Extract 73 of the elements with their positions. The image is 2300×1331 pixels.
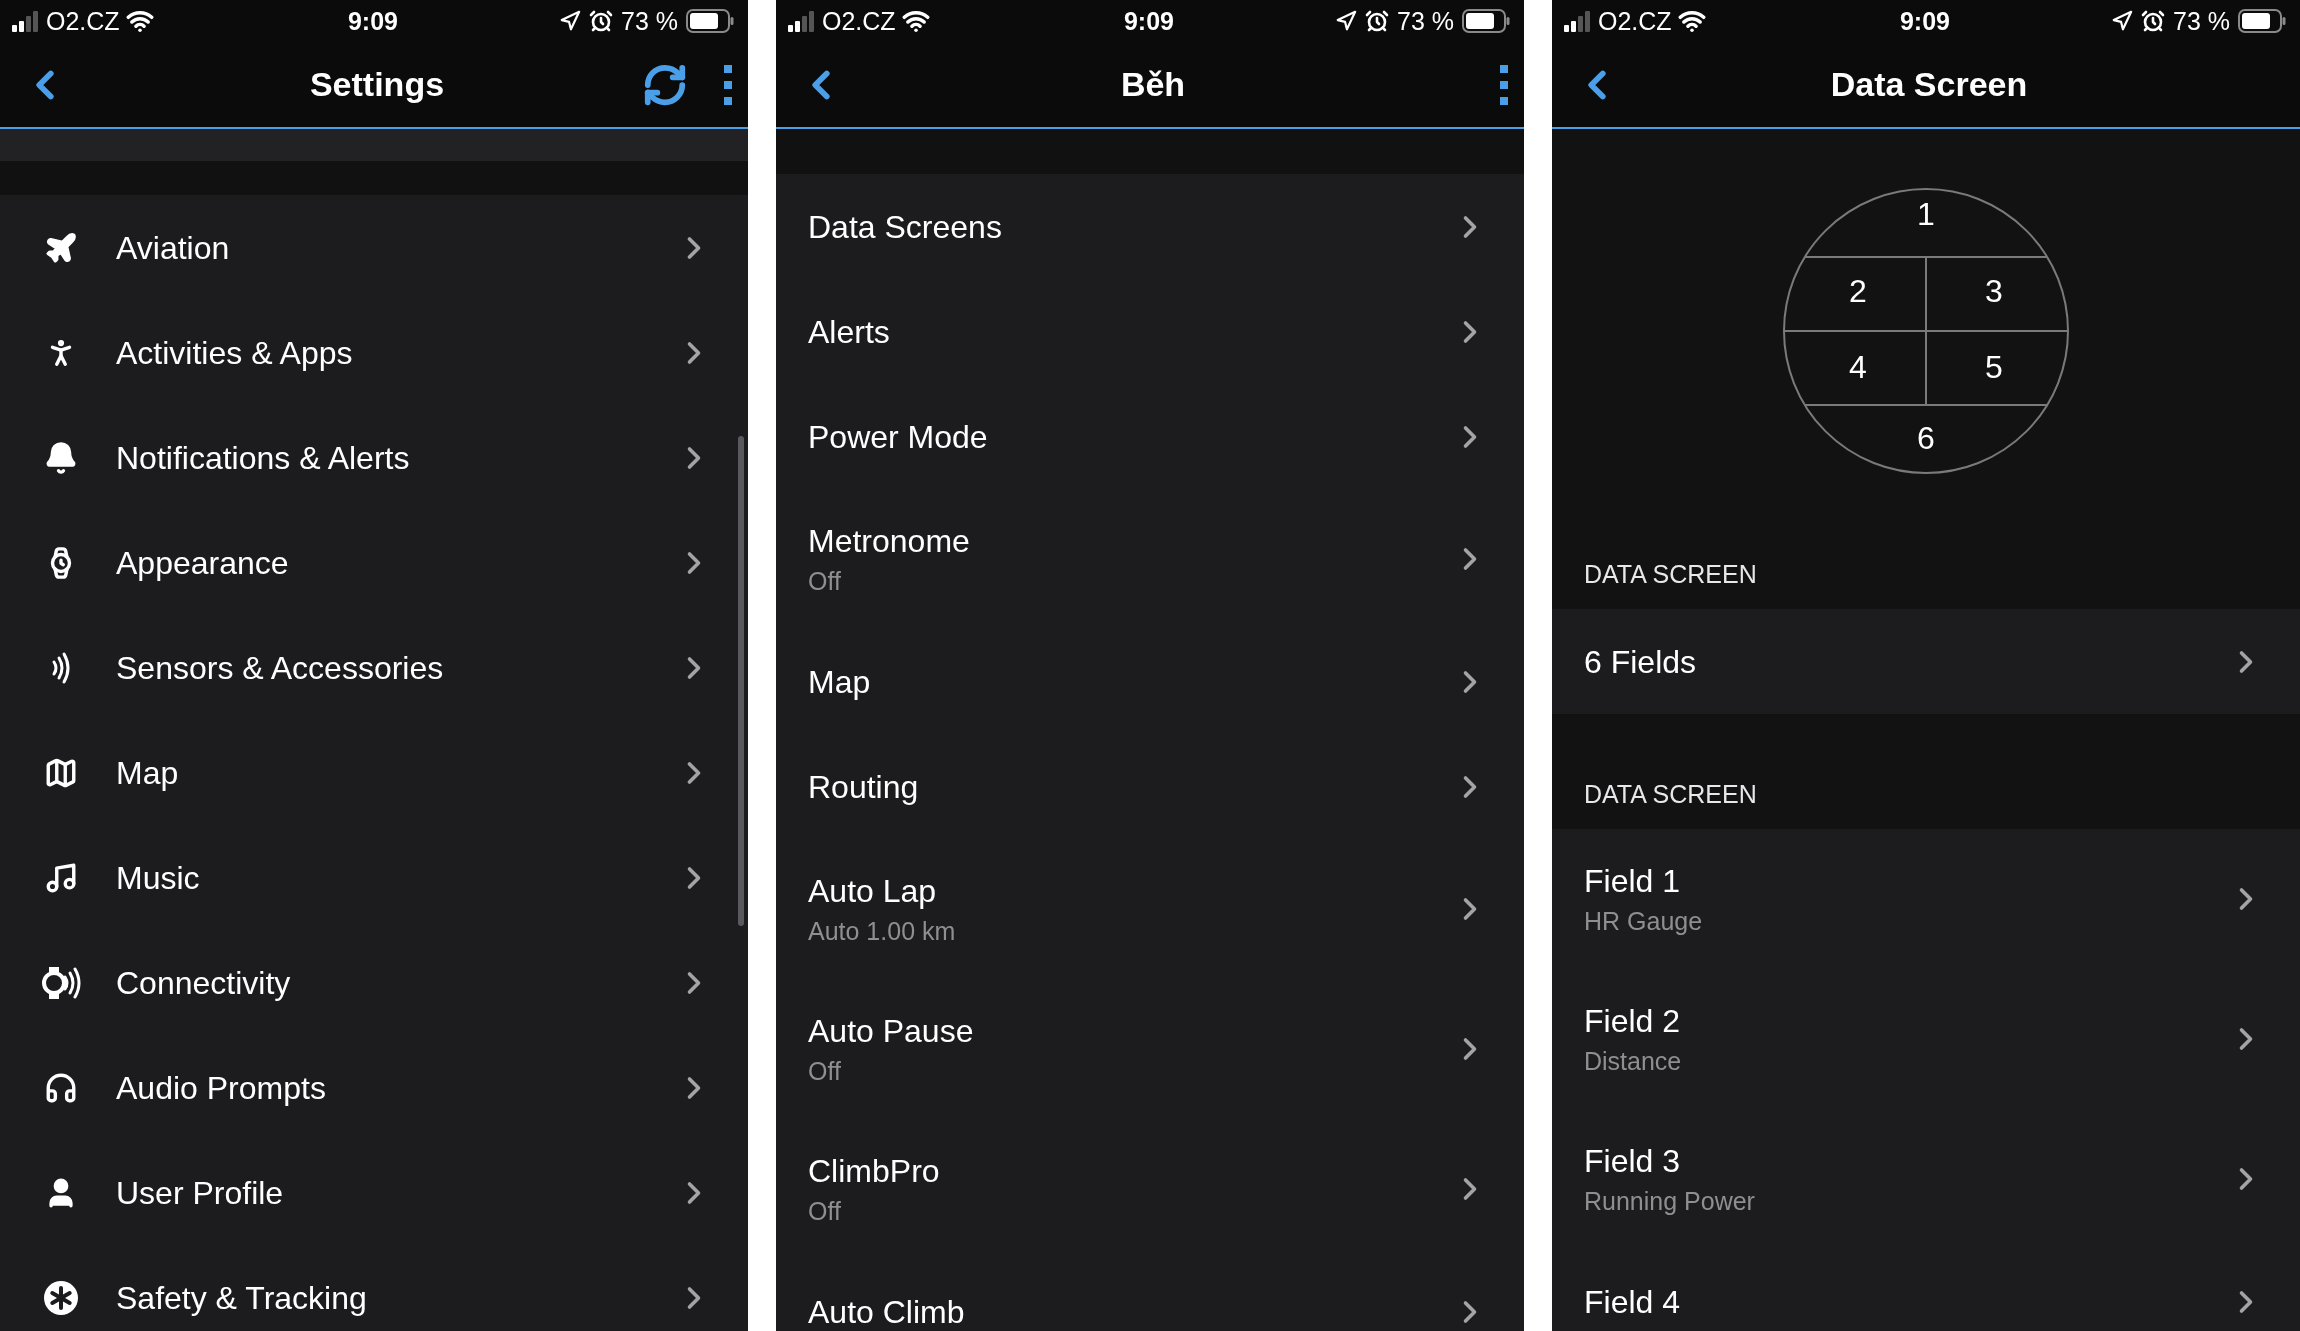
more-menu-button[interactable] — [1500, 64, 1508, 105]
bell-icon — [44, 440, 78, 475]
row-value: Distance — [1584, 1046, 1682, 1076]
section-header: DATA SCREEN — [1584, 779, 1757, 809]
field-number: 3 — [1985, 273, 2003, 310]
more-vertical-icon — [1500, 64, 1508, 105]
row-label: Sensors & Accessories — [116, 648, 444, 687]
signal-icon — [788, 10, 816, 32]
screen-title: Settings — [309, 65, 445, 104]
row-value: Off — [808, 1056, 841, 1086]
battery-percent: 73 % — [2173, 6, 2230, 36]
row-label: Auto Pause — [808, 1012, 974, 1050]
row-label: ClimbPro — [808, 1152, 940, 1190]
more-vertical-icon — [724, 64, 732, 105]
carrier-name: O2.CZ — [822, 6, 896, 36]
row-label: Auto Climb — [808, 1292, 965, 1331]
row-label: Field 1 — [1584, 862, 1681, 900]
status-time: 9:09 — [1123, 6, 1174, 36]
row-label: Alerts — [808, 312, 890, 351]
row-label: Field 4 — [1584, 1282, 1681, 1321]
row-label: Field 3 — [1584, 1142, 1681, 1180]
battery-icon — [686, 9, 734, 33]
battery-icon — [2238, 9, 2286, 33]
row-label: Auto Lap — [808, 872, 937, 910]
row-label: Aviation — [116, 228, 230, 267]
row-value: Auto 1.00 km — [808, 916, 956, 946]
row-label: Audio Prompts — [116, 1068, 326, 1107]
row-value: Off — [808, 1196, 841, 1226]
alarm-clock-icon — [589, 9, 613, 33]
signal-icon — [1564, 10, 1592, 32]
screen-title: Data Screen — [1830, 65, 2028, 104]
row-value: Off — [808, 566, 841, 596]
more-menu-button[interactable] — [724, 64, 732, 105]
section-header: DATA SCREEN — [1584, 559, 1757, 589]
location-arrow-icon — [1335, 10, 1357, 32]
location-arrow-icon — [2111, 10, 2133, 32]
row-value: Running Power — [1584, 1186, 1755, 1216]
row-label: Map — [808, 662, 871, 701]
carrier-name: O2.CZ — [46, 6, 120, 36]
row-label: Power Mode — [808, 417, 988, 456]
row-label: Metronome — [808, 522, 970, 560]
row-label: Activities & Apps — [116, 333, 353, 372]
row-label: Safety & Tracking — [116, 1278, 367, 1317]
row-label: Field 2 — [1584, 1002, 1681, 1040]
battery-icon — [1462, 9, 1510, 33]
row-label: Map — [116, 753, 179, 792]
row-label: Data Screens — [808, 207, 1002, 246]
field-number: 5 — [1985, 349, 2003, 386]
row-label: 6 Fields — [1584, 642, 1697, 681]
row-label: Music — [116, 858, 200, 897]
status-time: 9:09 — [1899, 6, 1950, 36]
row-label: Connectivity — [116, 963, 291, 1002]
field-number: 6 — [1917, 420, 1935, 457]
alarm-clock-icon — [2141, 9, 2165, 33]
field-number: 2 — [1849, 273, 1867, 310]
alarm-clock-icon — [1365, 9, 1389, 33]
battery-percent: 73 % — [621, 6, 678, 36]
status-time: 9:09 — [347, 6, 398, 36]
row-label: Notifications & Alerts — [116, 438, 410, 477]
carrier-name: O2.CZ — [1598, 6, 1672, 36]
airplane-icon — [44, 230, 78, 265]
field-number: 1 — [1917, 196, 1935, 233]
field-number: 4 — [1849, 349, 1867, 386]
row-value: HR Gauge — [1584, 906, 1703, 936]
battery-percent: 73 % — [1397, 6, 1454, 36]
row-label: Routing — [808, 767, 919, 806]
screen-title: Běh — [1120, 65, 1186, 104]
row-label: Appearance — [116, 543, 289, 582]
signal-icon — [12, 10, 40, 32]
watch-waves-icon — [41, 965, 81, 1000]
row-label: User Profile — [116, 1173, 284, 1212]
location-arrow-icon — [559, 10, 581, 32]
asterisk-icon — [43, 1279, 79, 1316]
